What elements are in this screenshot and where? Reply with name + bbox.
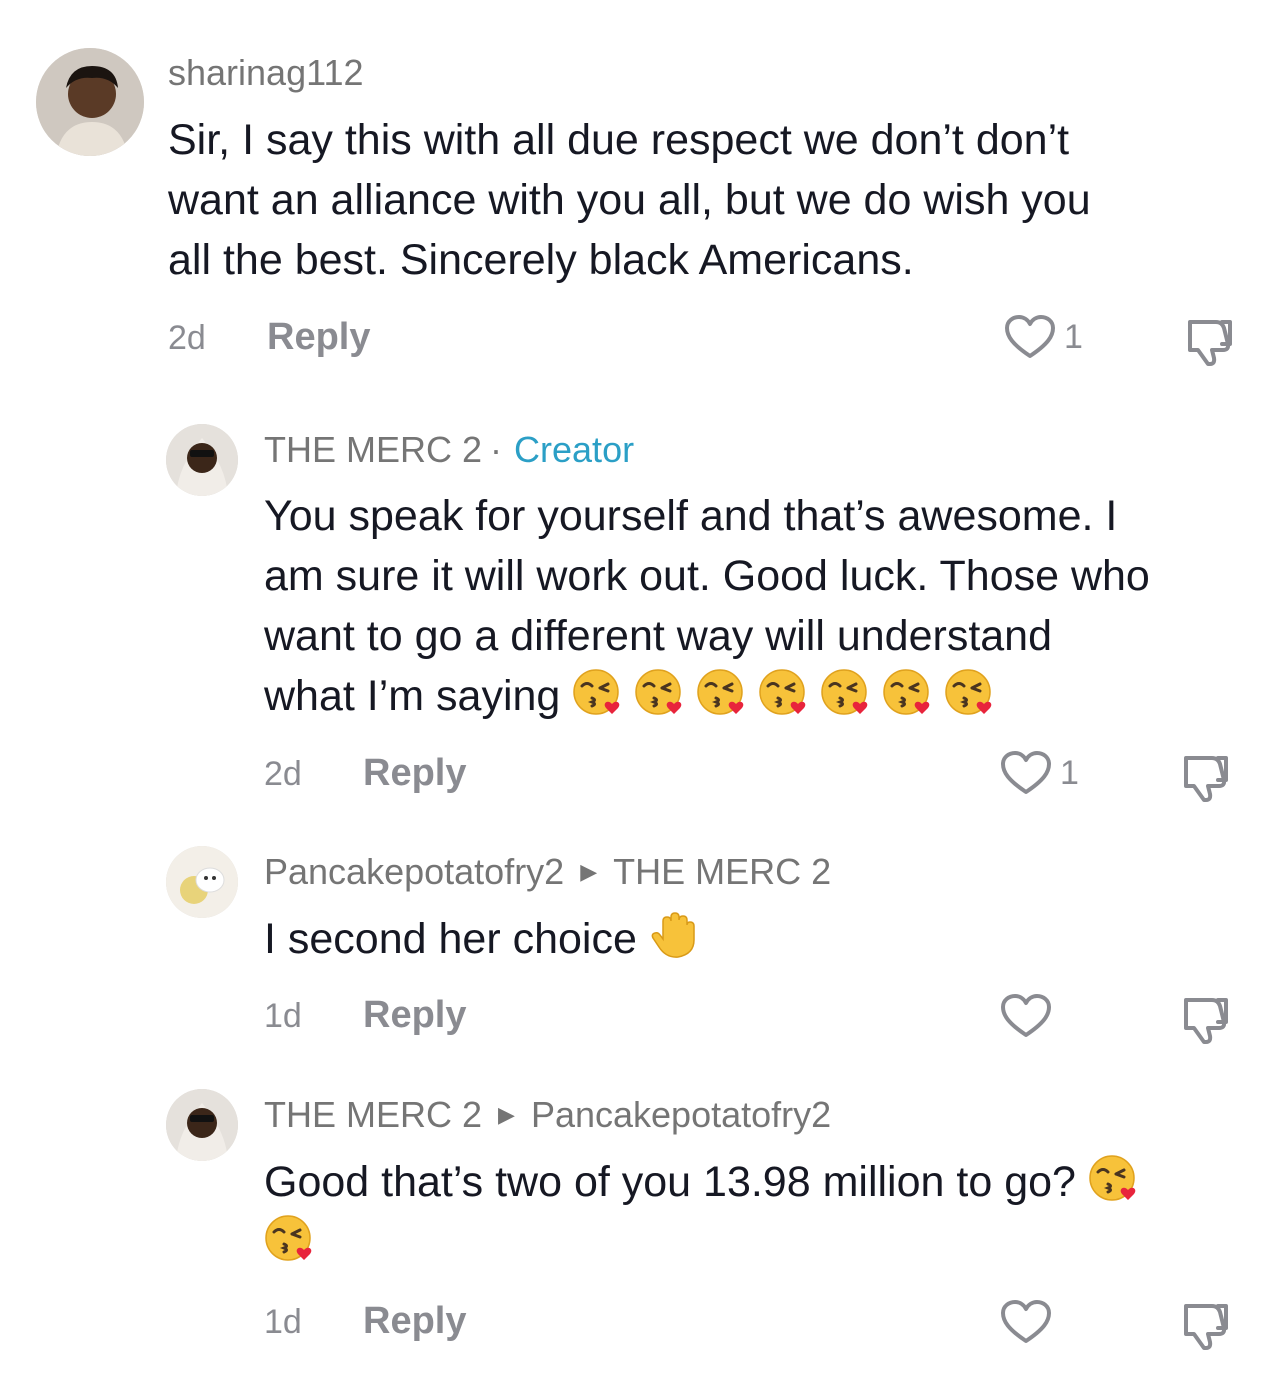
like-button[interactable]: 1 bbox=[1004, 314, 1083, 360]
face-blowing-kiss-emoji bbox=[882, 666, 934, 718]
dislike-button[interactable] bbox=[1180, 750, 1232, 802]
avatar[interactable] bbox=[36, 48, 144, 156]
thumbs-down-icon bbox=[1180, 992, 1232, 1044]
face-blowing-kiss-emoji bbox=[758, 666, 810, 718]
heart-outline-icon bbox=[1000, 750, 1052, 796]
comment-text: Good that’s two of you 13.98 million to … bbox=[264, 1152, 1254, 1272]
reply-button[interactable]: Reply bbox=[363, 994, 466, 1037]
face-blowing-kiss-emoji bbox=[634, 666, 686, 718]
heart-outline-icon bbox=[1000, 1299, 1052, 1345]
triangle-right-icon: ▶ bbox=[498, 1102, 515, 1127]
face-blowing-kiss-emoji bbox=[572, 666, 624, 718]
emoji-row bbox=[572, 672, 1006, 720]
heart-outline-icon bbox=[1004, 314, 1056, 360]
reply-button[interactable]: Reply bbox=[363, 752, 466, 795]
reply-to-username[interactable]: THE MERC 2 bbox=[613, 851, 831, 893]
reply-button[interactable]: Reply bbox=[267, 316, 370, 359]
username[interactable]: Pancakepotatofry2 bbox=[264, 851, 564, 893]
creator-badge: Creator bbox=[514, 429, 635, 470]
separator: · bbox=[490, 429, 503, 470]
reply-to-username[interactable]: Pancakepotatofry2 bbox=[531, 1094, 831, 1136]
face-blowing-kiss-emoji bbox=[264, 1212, 316, 1264]
face-blowing-kiss-emoji bbox=[696, 666, 748, 718]
thumbs-down-icon bbox=[1184, 314, 1236, 366]
comment-time: 2d bbox=[264, 755, 302, 793]
comment-time: 1d bbox=[264, 1303, 302, 1341]
like-button[interactable]: 1 bbox=[1000, 750, 1079, 796]
triangle-right-icon: ▶ bbox=[580, 859, 598, 884]
like-count: 1 bbox=[1064, 317, 1083, 356]
avatar[interactable] bbox=[166, 424, 238, 496]
face-blowing-kiss-emoji bbox=[820, 666, 872, 718]
comment-text-body: I second her choice bbox=[264, 915, 649, 963]
thumbs-down-icon bbox=[1180, 1298, 1232, 1350]
comment-time: 1d bbox=[264, 997, 302, 1035]
like-count: 1 bbox=[1060, 753, 1079, 792]
raised-hand-emoji bbox=[649, 909, 701, 961]
username[interactable]: THE MERC 2 bbox=[264, 1094, 482, 1136]
thumbs-down-icon bbox=[1180, 750, 1232, 802]
comment-text-body: Good that’s two of you 13.98 million to … bbox=[264, 1158, 1088, 1206]
username[interactable]: sharinag112 bbox=[168, 52, 364, 94]
dislike-button[interactable] bbox=[1180, 1298, 1232, 1350]
comment-text: Sir, I say this with all due respect we … bbox=[168, 116, 1091, 284]
face-blowing-kiss-emoji bbox=[1088, 1152, 1140, 1204]
comment-text: I second her choice bbox=[264, 909, 1264, 969]
face-blowing-kiss-emoji bbox=[944, 666, 996, 718]
avatar[interactable] bbox=[166, 846, 238, 918]
comment-text: You speak for yourself and that’s awesom… bbox=[264, 486, 1264, 726]
like-button[interactable] bbox=[1000, 993, 1060, 1039]
like-button[interactable] bbox=[1000, 1299, 1060, 1345]
username[interactable]: THE MERC 2 bbox=[264, 429, 482, 471]
avatar[interactable] bbox=[166, 1089, 238, 1161]
dislike-button[interactable] bbox=[1184, 314, 1236, 366]
comment-time: 2d bbox=[168, 319, 206, 357]
dislike-button[interactable] bbox=[1180, 992, 1232, 1044]
reply-button[interactable]: Reply bbox=[363, 1300, 466, 1343]
heart-outline-icon bbox=[1000, 993, 1052, 1039]
